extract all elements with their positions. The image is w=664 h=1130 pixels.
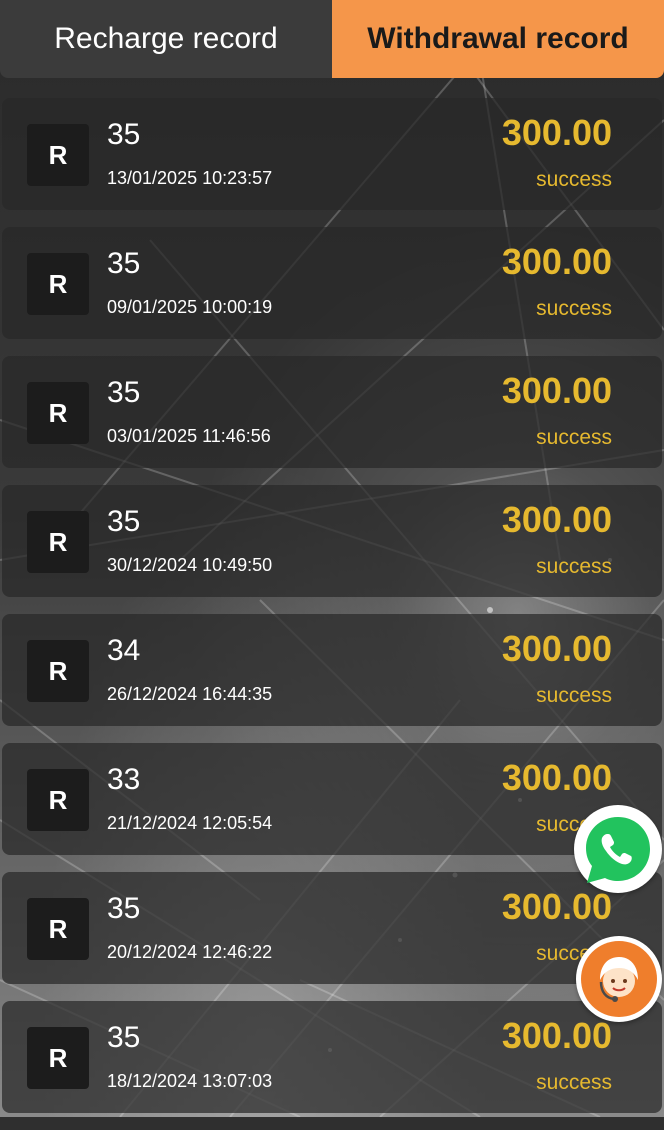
tab-withdrawal-record[interactable]: Withdrawal record [332, 0, 664, 78]
customer-support-button[interactable] [576, 936, 662, 1022]
record-row[interactable]: R 35 20/12/2024 12:46:22 300.00 success [2, 872, 662, 984]
tab-recharge-record[interactable]: Recharge record [0, 0, 332, 78]
record-datetime: 18/12/2024 13:07:03 [107, 1071, 273, 1091]
tab-recharge-record-label: Recharge record [54, 22, 278, 55]
record-number: 35 [107, 118, 141, 151]
record-number: 35 [107, 376, 141, 409]
record-amount: 300.00 [501, 241, 612, 282]
record-amount: 300.00 [501, 112, 612, 153]
tab-withdrawal-record-label: Withdrawal record [367, 22, 629, 55]
record-row[interactable]: R 33 21/12/2024 12:05:54 300.00 success [2, 743, 662, 855]
record-row[interactable]: R 35 09/01/2025 10:00:19 300.00 success [2, 227, 662, 339]
record-number: 35 [107, 1021, 141, 1054]
record-number: 33 [107, 763, 141, 796]
record-datetime: 21/12/2024 12:05:54 [107, 813, 273, 833]
record-row[interactable]: R 35 30/12/2024 10:49:50 300.00 success [2, 485, 662, 597]
record-badge: R [27, 769, 89, 831]
record-amount: 300.00 [501, 757, 612, 798]
record-number: 35 [107, 505, 141, 538]
record-datetime: 30/12/2024 10:49:50 [107, 555, 273, 575]
record-status: success [536, 1071, 612, 1094]
record-datetime: 20/12/2024 12:46:22 [107, 942, 273, 962]
record-number: 34 [107, 634, 141, 667]
record-badge: R [27, 124, 89, 186]
record-amount: 300.00 [501, 628, 612, 669]
record-number: 35 [107, 247, 141, 280]
record-badge: R [27, 640, 89, 702]
customer-support-icon [581, 941, 657, 1017]
record-datetime: 03/01/2025 11:46:56 [107, 426, 271, 446]
record-row[interactable]: R 35 13/01/2025 10:23:57 300.00 success [2, 98, 662, 210]
whatsapp-button[interactable] [574, 805, 662, 893]
record-datetime: 26/12/2024 16:44:35 [107, 684, 273, 704]
record-status: success [536, 555, 612, 578]
whatsapp-icon [586, 817, 650, 883]
record-amount: 300.00 [501, 370, 612, 411]
record-datetime: 09/01/2025 10:00:19 [107, 297, 273, 317]
record-status: success [536, 426, 612, 449]
record-row[interactable]: R 35 03/01/2025 11:46:56 300.00 success [2, 356, 662, 468]
record-status: success [536, 168, 612, 191]
record-badge: R [27, 253, 89, 315]
record-tabs: Recharge record Withdrawal record [0, 0, 664, 78]
record-datetime: 13/01/2025 10:23:57 [107, 168, 273, 188]
record-status: success [536, 684, 612, 707]
record-row[interactable]: R 35 18/12/2024 13:07:03 300.00 success [2, 1001, 662, 1113]
record-badge: R [27, 382, 89, 444]
record-status: success [536, 297, 612, 320]
record-row[interactable]: R 34 26/12/2024 16:44:35 300.00 success [2, 614, 662, 726]
withdrawal-record-list: R 35 13/01/2025 10:23:57 300.00 success … [0, 98, 664, 1130]
record-badge: R [27, 1027, 89, 1089]
record-amount: 300.00 [501, 499, 612, 540]
record-badge: R [27, 511, 89, 573]
record-number: 35 [107, 892, 141, 925]
record-badge: R [27, 898, 89, 960]
